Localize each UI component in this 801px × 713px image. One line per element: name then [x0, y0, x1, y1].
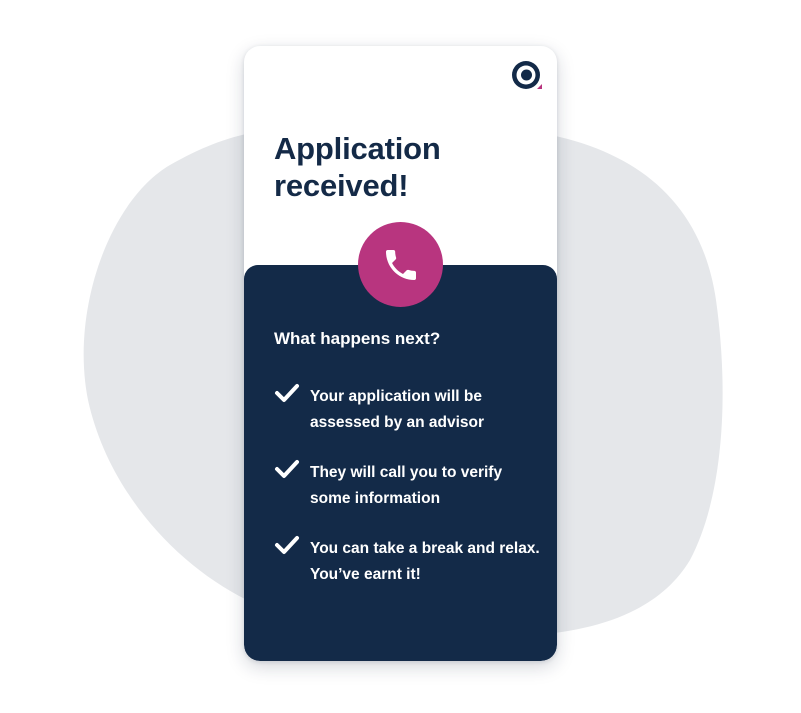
page-title: Application received!: [274, 131, 441, 203]
checkmark-icon: [275, 384, 299, 402]
step-text: Your application will be assessed by an …: [310, 388, 485, 431]
brand-logo-icon: [512, 61, 542, 89]
checkmark-icon: [275, 536, 299, 554]
list-item: They will call you to verify some inform…: [274, 458, 544, 534]
phone-mockup: Application received! What happens next?…: [244, 46, 557, 661]
next-steps-list: Your application will be assessed by an …: [274, 382, 544, 610]
list-item: You can take a break and relax. You’ve e…: [274, 534, 544, 610]
step-text: You can take a break and relax. You’ve e…: [310, 540, 540, 583]
checkmark-icon: [275, 460, 299, 478]
list-item: Your application will be assessed by an …: [274, 382, 544, 458]
phone-badge: [358, 222, 443, 307]
illustration-stage: Application received! What happens next?…: [0, 0, 801, 713]
step-text: They will call you to verify some inform…: [310, 464, 503, 507]
what-happens-next-heading: What happens next?: [274, 329, 441, 348]
phone-icon: [385, 249, 416, 280]
